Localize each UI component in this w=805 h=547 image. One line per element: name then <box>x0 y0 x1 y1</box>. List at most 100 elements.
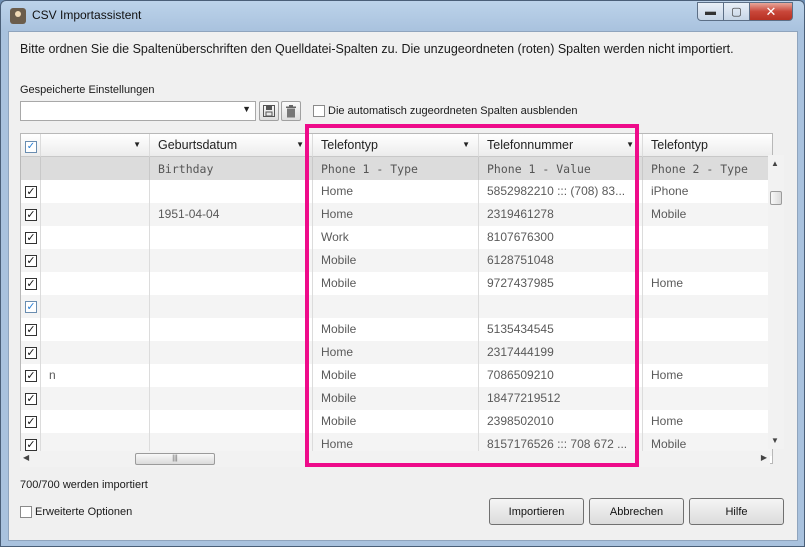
saved-settings-select[interactable]: ▼ <box>20 101 256 121</box>
table-cell <box>41 295 150 318</box>
table-cell <box>313 295 479 318</box>
table-cell <box>41 203 150 226</box>
advanced-options-checkbox[interactable] <box>20 506 32 518</box>
row-select-cell[interactable]: ✓ <box>21 295 41 318</box>
row-checkbox[interactable]: ✓ <box>25 438 37 451</box>
title-bar: CSV Importassistent ▬ ▢ ✕ <box>1 1 804 31</box>
table-cell <box>150 387 313 410</box>
table-cell: 5852982210 ::: (708) 83... <box>479 180 643 203</box>
row-select-cell[interactable]: ✓ <box>21 410 41 433</box>
table-cell <box>643 295 772 318</box>
row-checkbox[interactable]: ✓ <box>25 254 37 267</box>
row-select-cell[interactable]: ✓ <box>21 203 41 226</box>
saved-settings-label: Gespeicherte Einstellungen <box>20 84 155 96</box>
column-mapping-select[interactable]: Telefontyp <box>643 134 772 157</box>
table-cell: Home <box>643 364 772 387</box>
row-select-cell[interactable]: ✓ <box>21 318 41 341</box>
table-cell <box>41 272 150 295</box>
table-cell <box>150 180 313 203</box>
source-column-name: Birthday <box>150 157 313 180</box>
source-column-name: Phone 1 - Value <box>479 157 643 180</box>
scroll-down-icon[interactable]: ▼ <box>771 436 779 445</box>
row-select-cell[interactable]: ✓ <box>21 387 41 410</box>
table-cell <box>643 318 772 341</box>
table-cell <box>150 410 313 433</box>
column-mapping-select[interactable]: Telefonnummer ▼ <box>479 134 643 157</box>
table-row: ✓ Mobile 2398502010 Home <box>21 410 772 433</box>
column-mapping-select[interactable]: Telefontyp ▼ <box>313 134 479 157</box>
table-cell: Home <box>643 410 772 433</box>
row-checkbox[interactable]: ✓ <box>25 185 37 198</box>
row-select-cell[interactable]: ✓ <box>21 272 41 295</box>
row-checkbox[interactable]: ✓ <box>25 392 37 405</box>
row-select-cell[interactable]: ✓ <box>21 341 41 364</box>
table-cell: 8107676300 <box>479 226 643 249</box>
table-cell <box>150 272 313 295</box>
scroll-right-icon[interactable]: ▶ <box>761 453 767 462</box>
trash-icon <box>286 104 296 117</box>
table-cell <box>643 341 772 364</box>
save-settings-button[interactable] <box>259 101 279 121</box>
table-cell <box>643 226 772 249</box>
column-mapping-select[interactable]: ▼ <box>41 134 150 157</box>
table-cell: 6128751048 <box>479 249 643 272</box>
csv-import-window: CSV Importassistent ▬ ▢ ✕ Bitte ordnen S… <box>0 0 805 547</box>
maximize-button[interactable]: ▢ <box>723 2 750 21</box>
row-checkbox[interactable]: ✓ <box>25 323 37 336</box>
table-cell: Mobile <box>313 410 479 433</box>
table-cell <box>41 387 150 410</box>
delete-settings-button[interactable] <box>281 101 301 121</box>
row-checkbox[interactable]: ✓ <box>25 208 37 221</box>
minimize-button[interactable]: ▬ <box>697 2 724 21</box>
import-button[interactable]: Importieren <box>489 498 584 525</box>
row-checkbox[interactable]: ✓ <box>25 369 37 382</box>
mapping-header-row: ✓ ▼ Geburtsdatum ▼ Telefontyp ▼ Telefonnum… <box>21 134 772 157</box>
table-cell <box>41 226 150 249</box>
table-cell <box>150 318 313 341</box>
scroll-left-icon[interactable]: ◀ <box>23 453 29 462</box>
row-checkbox[interactable]: ✓ <box>25 277 37 290</box>
table-row: ✓ Mobile 5135434545 <box>21 318 772 341</box>
cancel-button[interactable]: Abbrechen <box>589 498 684 525</box>
select-all-cell[interactable]: ✓ <box>21 134 41 157</box>
help-button[interactable]: Hilfe <box>689 498 784 525</box>
maximize-icon: ▢ <box>731 6 742 18</box>
select-all-checkbox[interactable]: ✓ <box>25 140 37 153</box>
table-cell: Home <box>313 180 479 203</box>
table-cell: 7086509210 <box>479 364 643 387</box>
vertical-scroll-thumb[interactable] <box>770 191 782 205</box>
row-checkbox[interactable]: ✓ <box>25 300 37 313</box>
table-cell: Work <box>313 226 479 249</box>
close-button[interactable]: ✕ <box>749 2 793 21</box>
hide-auto-columns-label: Die automatisch zugeordneten Spalten aus… <box>328 105 578 117</box>
table-row: ✓ Mobile 18477219512 <box>21 387 772 410</box>
table-row: ✓ <box>21 295 772 318</box>
table-cell: 2317444199 <box>479 341 643 364</box>
table-cell: 5135434545 <box>479 318 643 341</box>
row-checkbox[interactable]: ✓ <box>25 415 37 428</box>
scroll-up-icon[interactable]: ▲ <box>771 159 779 168</box>
instructions-text: Bitte ordnen Sie die Spaltenüberschrifte… <box>20 42 734 56</box>
hide-auto-columns-checkbox[interactable] <box>313 105 325 117</box>
column-mapping-select[interactable]: Geburtsdatum ▼ <box>150 134 313 157</box>
row-select-cell[interactable]: ✓ <box>21 180 41 203</box>
table-cell <box>643 249 772 272</box>
table-cell: n <box>41 364 150 387</box>
vertical-scrollbar[interactable]: ▲ ▼ <box>768 155 784 449</box>
advanced-options-label: Erweiterte Optionen <box>35 506 133 518</box>
horizontal-scroll-thumb[interactable]: ||| <box>135 453 215 465</box>
table-cell: 2398502010 <box>479 410 643 433</box>
hide-auto-columns-option[interactable]: Die automatisch zugeordneten Spalten aus… <box>313 105 578 117</box>
row-checkbox[interactable]: ✓ <box>25 346 37 359</box>
row-select-cell[interactable]: ✓ <box>21 226 41 249</box>
row-checkbox[interactable]: ✓ <box>25 231 37 244</box>
advanced-options[interactable]: Erweiterte Optionen <box>20 506 132 518</box>
chevron-down-icon: ▼ <box>133 140 141 149</box>
table-row: ✓ Work 8107676300 <box>21 226 772 249</box>
table-row: ✓ 1951-04-04 Home 2319461278 Mobile <box>21 203 772 226</box>
row-select-cell[interactable]: ✓ <box>21 364 41 387</box>
save-icon <box>263 105 275 117</box>
horizontal-scrollbar[interactable]: ◀ ||| ▶ <box>20 451 770 467</box>
table-cell: 1951-04-04 <box>150 203 313 226</box>
row-select-cell[interactable]: ✓ <box>21 249 41 272</box>
